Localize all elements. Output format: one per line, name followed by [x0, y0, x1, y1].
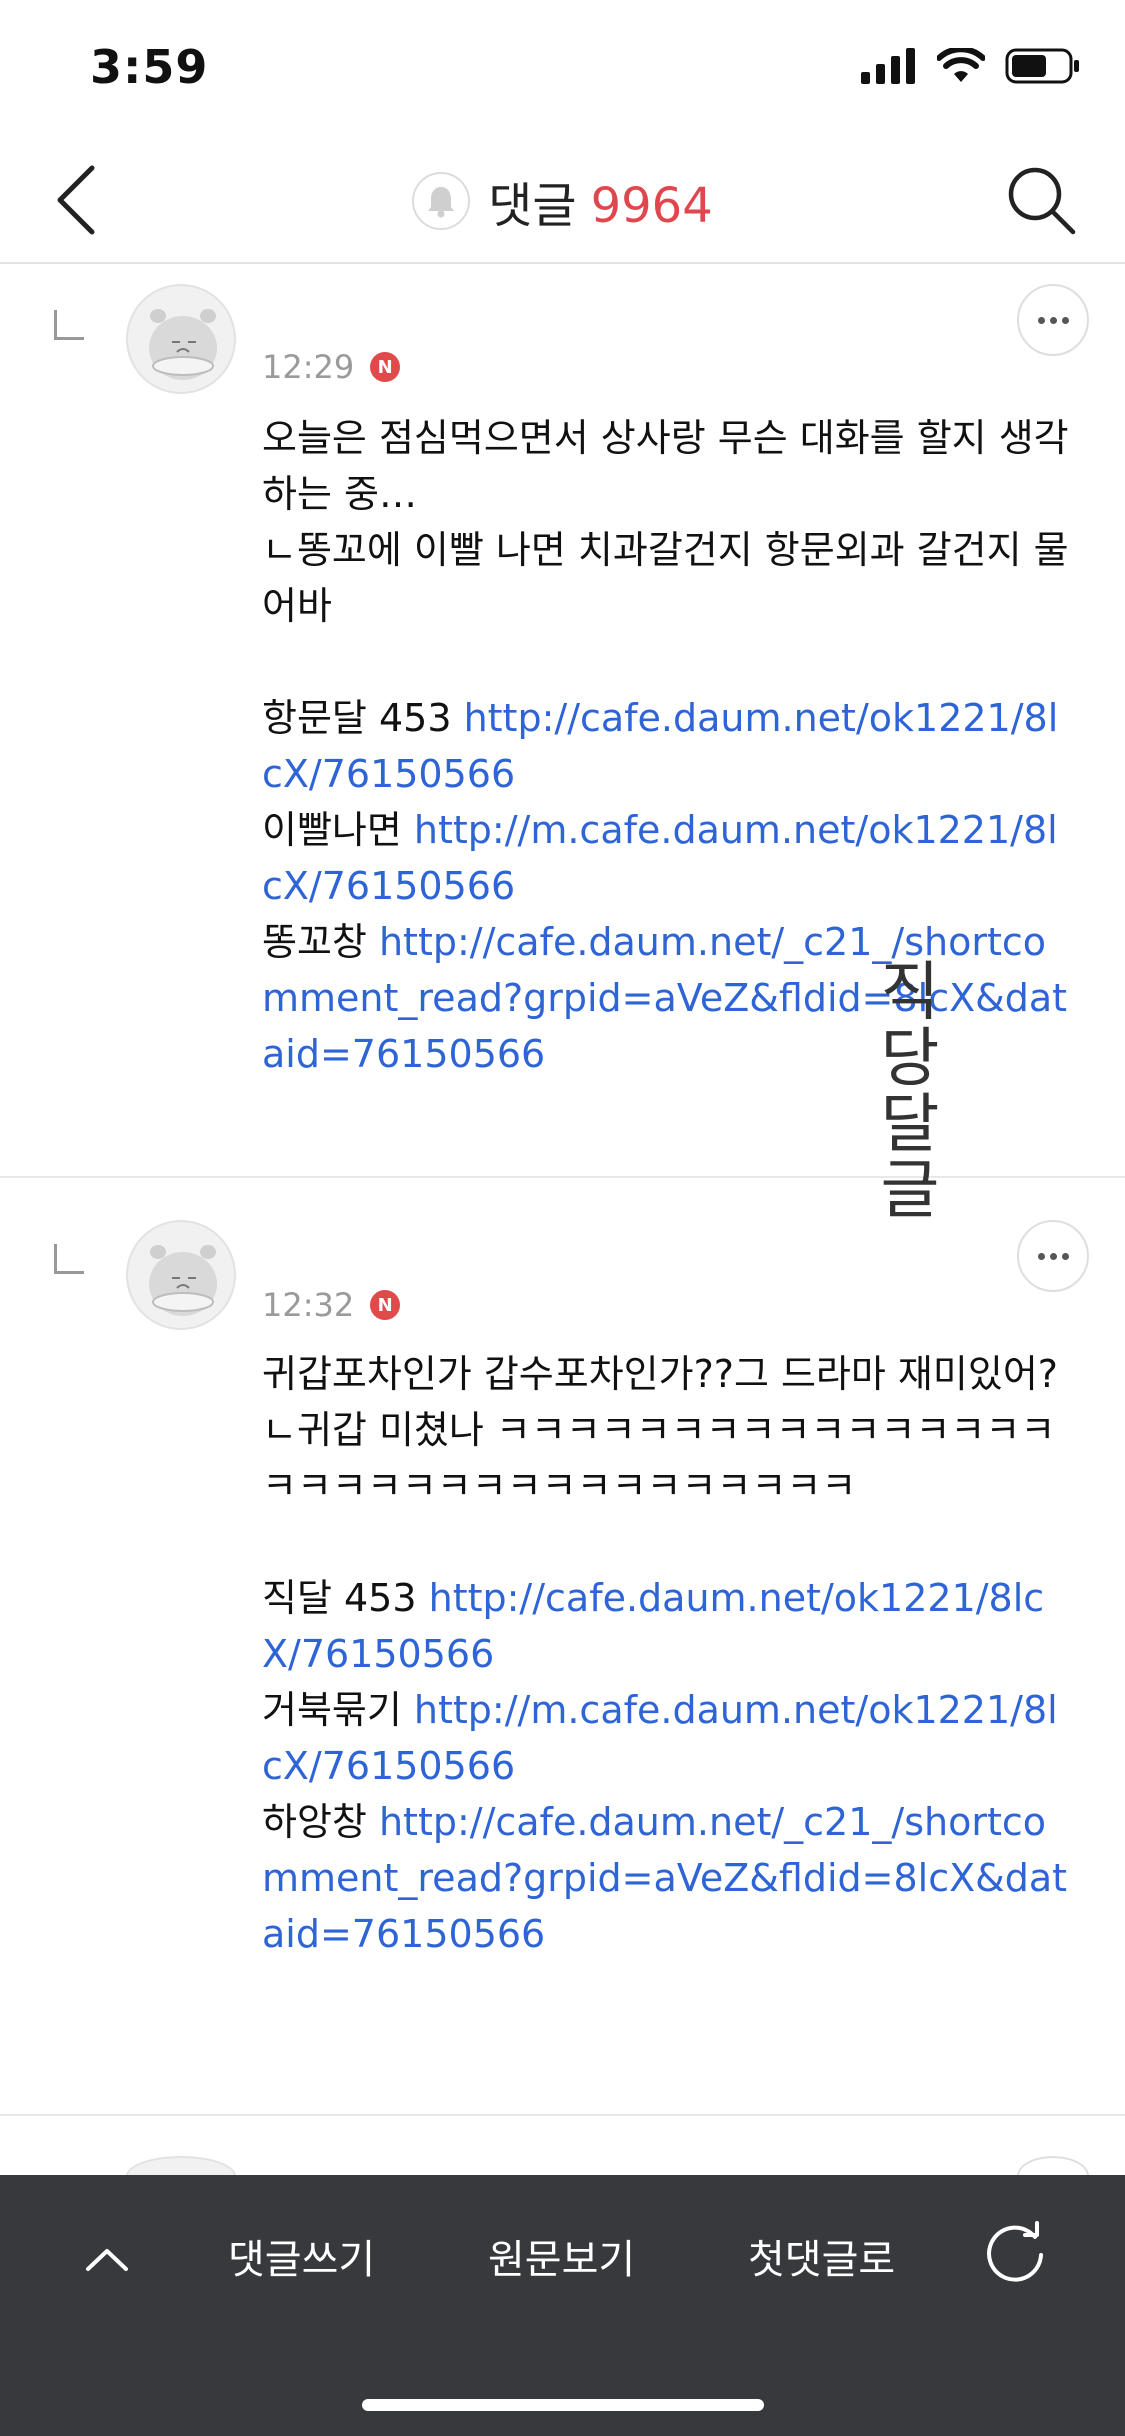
comment-meta: 12:32 N [262, 1286, 401, 1324]
link-line: 항문달 453 http://cafe.daum.net/ok1221/8lcX… [262, 690, 1072, 802]
more-options-button[interactable] [1017, 284, 1089, 356]
link-label: 이빨나면 [262, 808, 414, 852]
comment-line-blank [262, 634, 1072, 690]
view-original-button[interactable]: 원문보기 [488, 2227, 635, 2285]
comment-line: ㄴ똥꼬에 이빨 나면 치과갈건지 항문외과 갈건지 물어바 [262, 528, 1069, 628]
signal-icon [861, 48, 915, 84]
comment-line: ㄴ귀갑 미쳤나 ㅋㅋㅋㅋㅋㅋㅋㅋㅋㅋㅋㅋㅋㅋㅋㅋㅋㅋㅋㅋㅋㅋㅋㅋㅋㅋㅋㅋㅋㅋㅋㅋ… [262, 1408, 1056, 1508]
comment-body: 귀갑포차인가 갑수포차인가??그 드라마 재미있어? ㄴ귀갑 미쳤나 ㅋㅋㅋㅋㅋ… [262, 1346, 1072, 1962]
battery-icon [1005, 48, 1079, 84]
home-indicator [362, 2399, 764, 2411]
status-icons [861, 48, 1081, 84]
refresh-icon[interactable] [977, 2215, 1053, 2291]
wifi-icon [937, 48, 985, 82]
first-comment-button[interactable]: 첫댓글로 [748, 2227, 895, 2285]
handwritten-overlay: 직당달글 [880, 956, 940, 1228]
new-badge: N [370, 1290, 401, 1320]
search-icon[interactable] [1003, 162, 1079, 238]
write-comment-button[interactable]: 댓글쓰기 [228, 2227, 375, 2285]
link-label: 똥꼬창 [262, 920, 379, 964]
page-title: 댓글 [488, 178, 577, 234]
status-bar: 3:59 [0, 0, 1125, 132]
comments-header: 댓글 9964 [0, 132, 1125, 264]
comment-time: 12:29 [262, 348, 355, 386]
link-line: 하앙창 http://cafe.daum.net/_c21_/shortcomm… [262, 1794, 1072, 1962]
avatar-icon[interactable] [126, 284, 236, 394]
comment-line: 오늘은 점심먹으면서 상사랑 무슨 대화를 할지 생각하는 중… [262, 416, 1069, 516]
link-label: 직달 453 [262, 1576, 429, 1620]
comment-meta: 12:29 N [262, 348, 401, 386]
bottom-toolbar: 댓글쓰기 원문보기 첫댓글로 [0, 2175, 1125, 2436]
avatar-icon[interactable] [126, 1220, 236, 1330]
header-title-group: 댓글 9964 [0, 166, 1125, 236]
link-label: 항문달 453 [262, 696, 464, 740]
chevron-up-icon[interactable] [82, 2235, 132, 2285]
status-time: 3:59 [90, 40, 209, 94]
link-line: 똥꼬창 http://cafe.daum.net/_c21_/shortcomm… [262, 914, 1072, 1082]
link-line: 이빨나면 http://m.cafe.daum.net/ok1221/8lcX/… [262, 802, 1072, 914]
comment-item: 12:29 N 오늘은 점심먹으면서 상사랑 무슨 대화를 할지 생각하는 중…… [0, 266, 1125, 1178]
reply-icon [54, 1244, 84, 1274]
comment-line-blank [262, 1514, 1072, 1570]
bell-icon[interactable] [412, 172, 471, 230]
link-label: 거북묶기 [262, 1688, 414, 1732]
comment-item-partial [0, 2118, 1125, 2196]
link-label: 하앙창 [262, 1800, 379, 1844]
link-line: 거북묶기 http://m.cafe.daum.net/ok1221/8lcX/… [262, 1682, 1072, 1794]
more-options-button[interactable] [1017, 1220, 1089, 1292]
comment-link[interactable]: http://cafe.daum.net/_c21_/shortcomment_… [262, 1800, 1067, 1956]
comment-body: 오늘은 점심먹으면서 상사랑 무슨 대화를 할지 생각하는 중… ㄴ똥꼬에 이빨… [262, 410, 1072, 1082]
comment-time: 12:32 [262, 1286, 355, 1324]
link-line: 직달 453 http://cafe.daum.net/ok1221/8lcX/… [262, 1570, 1072, 1682]
comment-line: 귀갑포차인가 갑수포차인가??그 드라마 재미있어? [262, 1352, 1058, 1396]
comment-count: 9964 [590, 178, 713, 234]
new-badge: N [370, 352, 401, 382]
comment-item: 12:32 N 귀갑포차인가 갑수포차인가??그 드라마 재미있어? ㄴ귀갑 미… [0, 1180, 1125, 2116]
reply-icon [54, 310, 84, 340]
